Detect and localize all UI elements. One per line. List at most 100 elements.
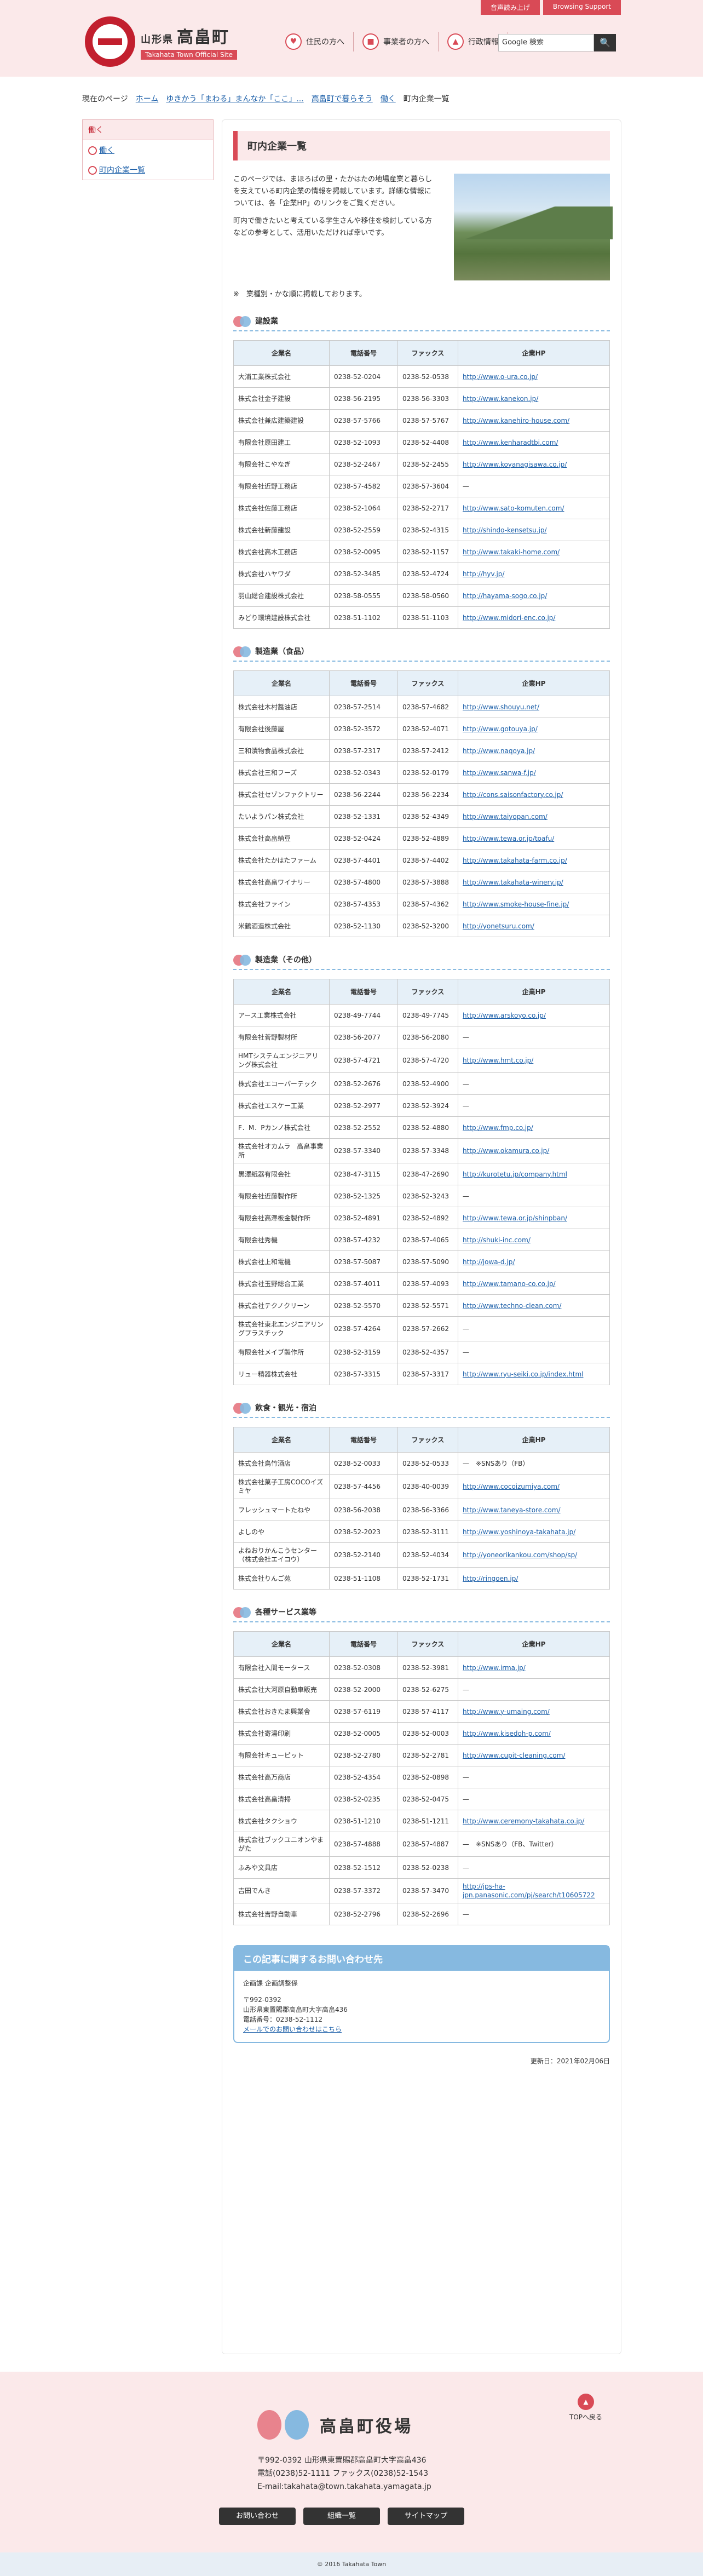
- company-hp-link[interactable]: http://jps-ha-jpn.panasonic.com/pj/searc…: [463, 1883, 595, 1899]
- company-hp-cell: http://www.tewa.or.jp/toafu/: [458, 827, 610, 850]
- search-button[interactable]: 🔍: [594, 34, 616, 51]
- table-row: 羽山総合建設株式会社 0238-58-0555 0238-58-0560 http:/…: [233, 584, 610, 607]
- company-hp-link[interactable]: http://www.tewa.or.jp/toafu/: [463, 835, 554, 842]
- company-sections: 建設業 企業名 電話番号 ファックス 企業HP 大浦工業株式会社 0238-52-0204 0…: [233, 315, 610, 1925]
- nav-residents[interactable]: ♥ 住民の方へ: [276, 32, 354, 51]
- fax-number: 0238-56-3303: [397, 387, 458, 410]
- company-hp-link[interactable]: http://www.takaki-home.com/: [463, 548, 560, 556]
- company-hp-link[interactable]: http://kurotetu.jp/company.html: [463, 1171, 567, 1178]
- divider: [233, 330, 610, 331]
- company-hp-link[interactable]: http://www.sato-komuten.com/: [463, 504, 564, 512]
- table-row: 株式会社高万商店 0238-52-4354 0238-52-0898—: [233, 1766, 610, 1788]
- breadcrumb-living[interactable]: 高畠町で暮らそう: [312, 93, 373, 104]
- company-hp-link[interactable]: http://yonetsuru.com/: [463, 922, 534, 930]
- company-hp-link[interactable]: http://www.yoshinoya-takahata.jp/: [463, 1528, 575, 1536]
- company-hp-link[interactable]: http://www.taiyopan.com/: [463, 813, 548, 821]
- company-hp-link[interactable]: http://ringoen.jp/: [463, 1575, 518, 1582]
- company-hp-link[interactable]: http://www.irma.jp/: [463, 1664, 526, 1672]
- updated-date: 更新日：2021年02月06日: [530, 2057, 610, 2065]
- company-hp-link[interactable]: http://www.shouyu.net/: [463, 703, 539, 711]
- nav-administration[interactable]: ▲ 行政情報: [439, 32, 508, 51]
- browsing-support-button[interactable]: Browsing Support: [543, 0, 621, 15]
- company-hp-link[interactable]: http://hayama-sogo.co.jp/: [463, 592, 547, 600]
- column-header: 企業名: [233, 670, 330, 696]
- phone-number: 0238-57-3372: [329, 1878, 398, 1903]
- footer-sitemap-button[interactable]: サイトマップ: [388, 2508, 464, 2525]
- company-hp-link[interactable]: http://www.hmt.co.jp/: [463, 1057, 533, 1064]
- company-hp-link[interactable]: http://www.naqoya.jp/: [463, 747, 535, 755]
- company-hp-link[interactable]: http://www.o-ura.co.jp/: [463, 373, 538, 381]
- fax-number: 0238-52-4071: [397, 718, 458, 740]
- contact-box: この記事に関するお問い合わせ先 企画課 企画調整係 〒992-0392 山形県東…: [233, 1945, 610, 2043]
- table-header-row: 企業名 電話番号 ファックス 企業HP: [233, 1631, 610, 1657]
- sidebar-item-work[interactable]: 働く: [99, 146, 114, 155]
- divider: [233, 661, 610, 662]
- sidebar-item-company-list[interactable]: 町内企業一覧: [99, 166, 145, 175]
- phone-number: 0238-57-4582: [329, 475, 398, 497]
- company-hp-link[interactable]: http://www.fmp.co.jp/: [463, 1124, 533, 1132]
- company-hp-link[interactable]: http://www.tamano-co.co.jp/: [463, 1280, 556, 1288]
- company-hp-link[interactable]: http://www.ceremony-takahata.co.jp/: [463, 1817, 584, 1825]
- phone-number: 0238-51-1210: [329, 1810, 398, 1832]
- company-name: みどり環境建設株式会社: [233, 606, 330, 629]
- table-row: 株式会社ファイン 0238-57-4353 0238-57-4362 http://w…: [233, 893, 610, 915]
- table-row: 株式会社セゾンファクトリー 0238-56-2244 0238-56-2234 htt…: [233, 783, 610, 806]
- company-name: 有限会社入間モータース: [233, 1656, 330, 1679]
- footer-contact-button[interactable]: お問い合わせ: [219, 2508, 296, 2525]
- column-header: 企業名: [233, 1427, 330, 1453]
- site-logo[interactable]: 山形県 高畠町 Takahata Town Official Site: [85, 16, 238, 67]
- phone-number: 0238-57-5766: [329, 409, 398, 432]
- company-hp-link[interactable]: http://www.kisedoh-p.com/: [463, 1730, 551, 1737]
- nav-business[interactable]: ■ 事業者の方へ: [354, 32, 439, 51]
- company-hp-link[interactable]: http://www.y-umaing.com/: [463, 1708, 550, 1716]
- company-hp-link[interactable]: http://www.gotouya.jp/: [463, 725, 538, 733]
- company-hp-link[interactable]: http://www.sanwa-f.jp/: [463, 769, 536, 777]
- footer-org-button[interactable]: 組織一覧: [303, 2508, 380, 2525]
- company-hp-link[interactable]: http://hyv.jp/: [463, 570, 504, 578]
- back-to-top[interactable]: ▲ TOPへ戻る: [569, 2394, 602, 2422]
- phone-number: 0238-52-2796: [329, 1903, 398, 1925]
- company-hp-link[interactable]: http://www.takahata-winery.jp/: [463, 879, 563, 886]
- company-hp-link[interactable]: http://www.tewa.or.jp/shinpban/: [463, 1214, 567, 1222]
- contact-mail-link[interactable]: メールでのお問い合わせはこちら: [243, 2026, 342, 2033]
- company-hp-link[interactable]: http://cons.saisonfactory.co.jp/: [463, 791, 563, 799]
- company-hp-link[interactable]: http://yoneorikankou.com/shop/sp/: [463, 1551, 577, 1559]
- column-header: 電話番号: [329, 1631, 398, 1657]
- table-row: 吉田でんき 0238-57-3372 0238-57-3470 http://jps-…: [233, 1878, 610, 1903]
- company-hp-link[interactable]: http://shindo-kensetsu.jp/: [463, 526, 547, 534]
- breadcrumb-home[interactable]: ホーム: [136, 93, 159, 104]
- breadcrumb-yukikau[interactable]: ゆきかう「まわる」まんなか「ここ」...: [166, 93, 303, 104]
- company-hp-link[interactable]: http://shuki-inc.com/: [463, 1236, 531, 1244]
- company-name: 株式会社高畠清掃: [233, 1788, 330, 1810]
- column-header: 企業HP: [458, 979, 610, 1005]
- company-hp-link[interactable]: http://www.takahata-farm.co.jp/: [463, 857, 567, 864]
- company-hp-link[interactable]: http://www.taneya-store.com/: [463, 1506, 561, 1514]
- section-heading: 建設業: [233, 315, 610, 327]
- company-hp-link[interactable]: http://www.koyanagisawa.co.jp/: [463, 461, 567, 468]
- residents-icon: ♥: [285, 33, 302, 50]
- company-hp-cell: —: [458, 475, 610, 497]
- company-hp-link[interactable]: http://www.kanehiro-house.com/: [463, 417, 569, 424]
- company-hp-link[interactable]: http://www.kanekon.jp/: [463, 395, 538, 403]
- company-hp-link[interactable]: http://jowa-d.jp/: [463, 1258, 515, 1266]
- company-hp-link[interactable]: http://www.cocoizumiya.com/: [463, 1483, 560, 1490]
- table-row: 株式会社高畠ワイナリー 0238-57-4800 0238-57-3888 http:…: [233, 871, 610, 893]
- company-hp-link[interactable]: http://www.midori-enc.co.jp/: [463, 614, 555, 622]
- phone-number: 0238-52-0235: [329, 1788, 398, 1810]
- company-hp-link[interactable]: http://www.techno-clean.com/: [463, 1302, 561, 1310]
- phone-number: 0238-57-4800: [329, 871, 398, 893]
- company-hp-link[interactable]: http://www.cupit-cleaning.com/: [463, 1752, 565, 1759]
- company-name: 有限会社原田建工: [233, 431, 330, 454]
- company-name: フレッシュマートたねや: [233, 1499, 330, 1521]
- site-footer: ▲ TOPへ戻る 高畠町役場 〒992-0392 山形県東置賜郡高畠町大字高畠43…: [0, 2372, 703, 2552]
- company-hp-link[interactable]: http://www.ryu-seiki.co.jp/index.html: [463, 1370, 583, 1378]
- company-hp-link[interactable]: http://www.arskoyo.co.jp/: [463, 1012, 546, 1019]
- company-hp-link[interactable]: http://www.kenharadtbi.com/: [463, 439, 558, 446]
- company-hp-link[interactable]: http://www.smoke-house-fine.jp/: [463, 900, 569, 908]
- town-name: 高畠町: [177, 28, 229, 47]
- breadcrumb-work[interactable]: 働く: [381, 93, 396, 104]
- search-input[interactable]: Google 検索: [498, 34, 594, 51]
- read-aloud-button[interactable]: 音声読み上げ: [480, 0, 540, 15]
- company-hp-link[interactable]: http://www.okamura.co.jp/: [463, 1147, 549, 1155]
- phone-number: 0238-52-2000: [329, 1678, 398, 1701]
